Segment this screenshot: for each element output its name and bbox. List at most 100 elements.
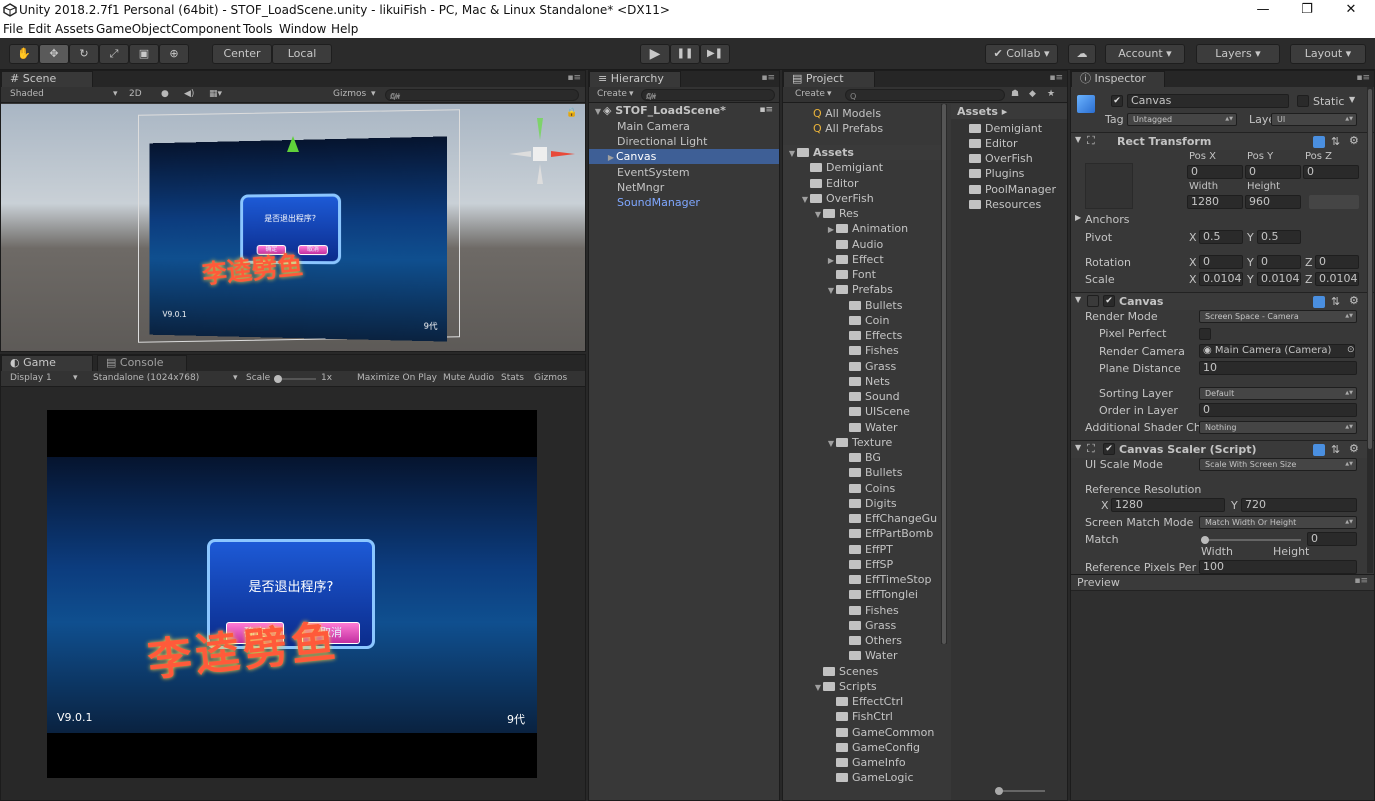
- expand-arrow-icon[interactable]: ▼: [826, 283, 836, 298]
- preset-icon[interactable]: ⇅: [1331, 295, 1340, 308]
- expand-arrow-icon[interactable]: ▶: [826, 253, 836, 268]
- favorite-star-icon[interactable]: ★: [1047, 89, 1055, 99]
- tab-project[interactable]: ▤ Project: [783, 71, 875, 87]
- filter-type-icon[interactable]: ☗: [1011, 89, 1019, 99]
- pivot-local-button[interactable]: Local: [272, 44, 332, 64]
- posx-field[interactable]: 0: [1187, 165, 1243, 179]
- tree-scroll-thumb[interactable]: [942, 104, 946, 644]
- hierarchy-create-button[interactable]: Create: [597, 89, 627, 99]
- help-book-icon[interactable]: [1313, 444, 1325, 456]
- project-tree-folder[interactable]: Grass: [783, 618, 943, 633]
- project-tree-folder[interactable]: Nets: [783, 374, 943, 389]
- effects-toggle-icon[interactable]: ▦▾: [209, 89, 222, 99]
- posy-field[interactable]: 0: [1245, 165, 1301, 179]
- project-tree-folder[interactable]: Editor: [783, 176, 943, 191]
- render-camera-field[interactable]: ◉ Main Camera (Camera): [1199, 344, 1355, 358]
- lock-icon[interactable]: 🔒: [566, 108, 577, 118]
- project-tree-folder[interactable]: Sound: [783, 389, 943, 404]
- scale-z-field[interactable]: 0.0104: [1315, 272, 1359, 286]
- expand-arrow-icon[interactable]: ▼: [826, 436, 836, 451]
- scene-root-row[interactable]: ▼ ◈ STOF_LoadScene* ▪≡: [589, 103, 779, 118]
- rect-tool-button[interactable]: ▣: [129, 44, 159, 64]
- scale-tool-button[interactable]: ⤢: [99, 44, 129, 64]
- project-tree-folder[interactable]: Coin: [783, 313, 943, 328]
- resolution-dropdown[interactable]: Standalone (1024x768): [93, 373, 199, 383]
- 2d-toggle[interactable]: 2D: [129, 89, 142, 99]
- tab-scene[interactable]: # Scene: [1, 71, 93, 87]
- hierarchy-item-eventsystem[interactable]: EventSystem: [589, 165, 779, 180]
- menu-edit[interactable]: Edit: [28, 22, 51, 36]
- screen-match-mode-dropdown[interactable]: Match Width Or Height: [1199, 516, 1357, 529]
- expand-arrow-icon[interactable]: ▼: [787, 146, 797, 161]
- hierarchy-item-canvas[interactable]: ▶ Canvas: [589, 149, 779, 164]
- settings-gear-icon[interactable]: ⚙: [1349, 294, 1359, 307]
- scale-slider[interactable]: [274, 378, 316, 380]
- scene-viewport[interactable]: 是否退出程序? 确定 取消 李逵劈鱼 V9.0.1 9代 🔒: [1, 104, 586, 352]
- project-tree-folder[interactable]: Fishes: [783, 603, 943, 618]
- layer-dropdown[interactable]: UI: [1271, 113, 1357, 126]
- settings-gear-icon[interactable]: ⚙: [1349, 134, 1359, 147]
- asset-folder-demigiant[interactable]: Demigiant: [951, 121, 1068, 136]
- project-tree-folder[interactable]: EffPartBomb: [783, 526, 943, 541]
- panel-menu-icon[interactable]: ▪≡: [567, 73, 581, 83]
- project-menu-icon[interactable]: ▪≡: [1049, 73, 1063, 83]
- project-tree-folder[interactable]: Grass: [783, 359, 943, 374]
- project-tree-folder[interactable]: GameCommon: [783, 725, 943, 740]
- help-book-icon[interactable]: [1313, 136, 1325, 148]
- inspector-menu-icon[interactable]: ▪≡: [1356, 73, 1370, 83]
- pivot-y-field[interactable]: 0.5: [1257, 230, 1301, 244]
- match-field[interactable]: 0: [1307, 532, 1357, 546]
- project-tree-folder[interactable]: ▼ Prefabs: [783, 282, 943, 297]
- orientation-gizmo-icon[interactable]: [507, 114, 575, 184]
- menu-help[interactable]: Help: [331, 22, 358, 36]
- menu-tools[interactable]: Tools: [243, 22, 273, 36]
- scene-options-icon[interactable]: ▪≡: [759, 103, 773, 118]
- project-tree-folder[interactable]: ▶ Effect: [783, 252, 943, 267]
- shading-mode-dropdown[interactable]: Shaded: [10, 89, 44, 99]
- active-checkbox[interactable]: ✔: [1111, 95, 1123, 107]
- layers-dropdown[interactable]: Layers ▾: [1196, 44, 1280, 64]
- project-tree-folder[interactable]: EffPT: [783, 542, 943, 557]
- project-tree-folder[interactable]: Others: [783, 633, 943, 648]
- project-search-input[interactable]: Q: [845, 89, 1005, 101]
- collab-dropdown[interactable]: ✔ Collab ▾: [985, 44, 1058, 64]
- display-dropdown[interactable]: Display 1: [10, 373, 52, 383]
- pivot-center-button[interactable]: Center: [212, 44, 272, 64]
- menu-assets[interactable]: Assets: [55, 22, 94, 36]
- tab-inspector[interactable]: ⓘ Inspector: [1071, 71, 1165, 87]
- project-tree-folder[interactable]: Font: [783, 267, 943, 282]
- expand-arrow-icon[interactable]: ▼: [813, 207, 823, 222]
- game-gizmos-dropdown[interactable]: Gizmos: [534, 373, 567, 383]
- canvas-scaler-enabled-checkbox[interactable]: ✔: [1103, 443, 1115, 455]
- hierarchy-item-netmngr[interactable]: NetMngr: [589, 180, 779, 195]
- pivot-x-field[interactable]: 0.5: [1199, 230, 1243, 244]
- project-tree-folder[interactable]: UIScene: [783, 404, 943, 419]
- asset-folder-editor[interactable]: Editor: [951, 136, 1068, 151]
- match-slider[interactable]: [1201, 539, 1301, 541]
- game-viewport[interactable]: 是否退出程序? 确定 取消 李逵劈鱼 V9.0.1 9代: [47, 410, 537, 778]
- mute-audio-toggle[interactable]: Mute Audio: [443, 373, 494, 383]
- order-in-layer-field[interactable]: 0: [1199, 403, 1357, 417]
- rect-transform-header[interactable]: ▼ ⛶ Rect Transform ⇅ ⚙: [1071, 132, 1374, 150]
- maximize-on-play-toggle[interactable]: Maximize On Play: [357, 373, 437, 383]
- width-field[interactable]: 1280: [1187, 195, 1243, 209]
- help-book-icon[interactable]: [1313, 296, 1325, 308]
- project-tree-folder[interactable]: Bullets: [783, 465, 943, 480]
- asset-folder-overfish[interactable]: OverFish: [951, 151, 1068, 166]
- hierarchy-item-directional-light[interactable]: Directional Light: [589, 134, 779, 149]
- minimize-button[interactable]: —: [1240, 0, 1286, 20]
- asset-folder-poolmanager[interactable]: PoolManager: [951, 182, 1068, 197]
- close-button[interactable]: ✕: [1328, 0, 1374, 20]
- ui-scale-mode-dropdown[interactable]: Scale With Screen Size: [1199, 458, 1357, 471]
- object-picker-icon[interactable]: ⊙: [1347, 345, 1355, 355]
- project-tree-folder[interactable]: Scenes: [783, 664, 943, 679]
- favorite-all-prefabs[interactable]: Q All Prefabs: [783, 121, 943, 136]
- match-slider-thumb[interactable]: [1201, 536, 1209, 544]
- menu-gameobject[interactable]: GameObject: [96, 22, 171, 36]
- transform-tool-button[interactable]: ⊕: [159, 44, 189, 64]
- audio-toggle-icon[interactable]: ◀): [184, 89, 194, 99]
- play-button[interactable]: ▶: [640, 44, 670, 64]
- menu-component[interactable]: Component: [171, 22, 241, 36]
- height-field[interactable]: 960: [1245, 195, 1301, 209]
- stats-toggle[interactable]: Stats: [501, 373, 524, 383]
